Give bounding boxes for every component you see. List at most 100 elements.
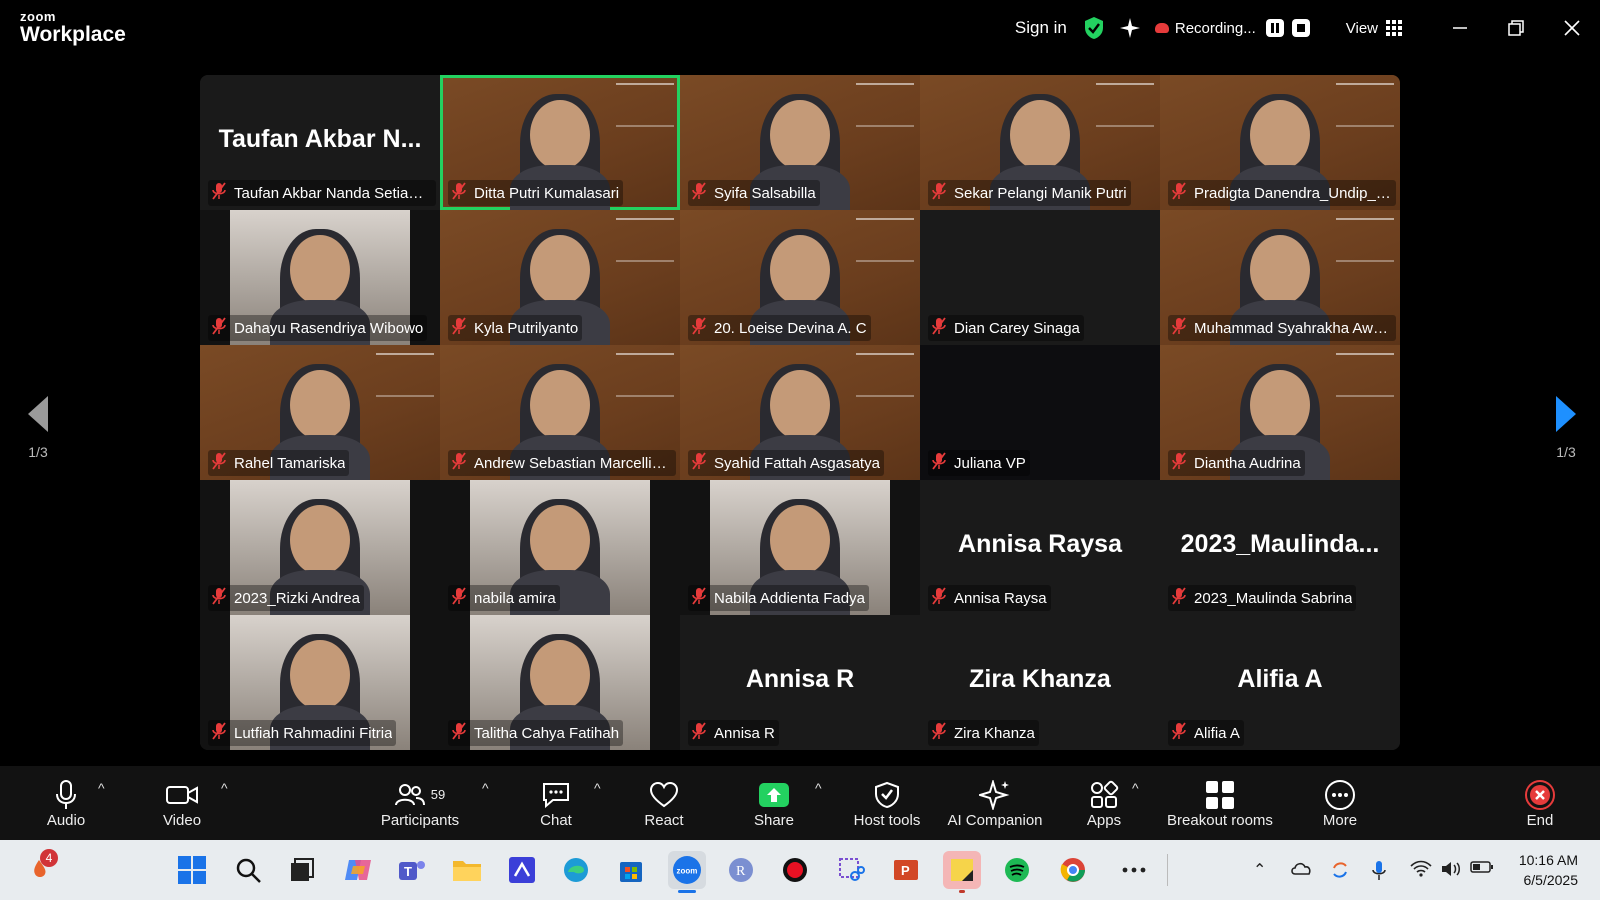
participant-tile[interactable]: Annisa Raysa Annisa Raysa	[920, 480, 1160, 615]
host-tools-label: Host tools	[853, 811, 921, 829]
search-icon[interactable]	[229, 851, 267, 889]
sync-icon[interactable]	[1330, 860, 1350, 885]
participant-tile[interactable]: 2023_Maulinda... 2023_Maulinda Sabrina	[1160, 480, 1400, 615]
file-explorer-icon[interactable]	[448, 851, 486, 889]
spotify-icon[interactable]	[998, 851, 1036, 889]
video-button[interactable]: Video	[154, 766, 210, 840]
powerpoint-icon[interactable]: P	[887, 851, 925, 889]
teams-icon[interactable]: T	[393, 851, 431, 889]
participant-tile[interactable]: Rahel Tamariska	[200, 345, 440, 480]
participant-tile[interactable]: Nabila Addienta Fadya	[680, 480, 920, 615]
participant-tile[interactable]: Syahid Fattah Asgasatya	[680, 345, 920, 480]
participant-name: 2023_Maulinda Sabrina	[1194, 589, 1353, 607]
participant-tile[interactable]: 2023_Rizki Andrea	[200, 480, 440, 615]
ai-companion-button[interactable]: AI Companion	[940, 766, 1050, 840]
participant-name-label: Juliana VP	[928, 450, 1030, 476]
battery-icon[interactable]	[1470, 860, 1494, 879]
view-button[interactable]: View	[1346, 20, 1402, 37]
participant-tile[interactable]: Dian Carey Sinaga	[920, 210, 1160, 345]
participant-display-name: Alifia A	[1237, 665, 1323, 693]
video-options-caret[interactable]: ^	[221, 780, 228, 796]
record-icon[interactable]	[776, 851, 814, 889]
participant-display-name: 2023_Maulinda...	[1180, 530, 1380, 558]
visual-studio-icon[interactable]	[503, 851, 541, 889]
wifi-icon[interactable]	[1410, 860, 1432, 883]
muted-mic-icon	[692, 587, 706, 609]
microsoft-store-icon[interactable]	[612, 851, 650, 889]
share-options-caret[interactable]: ^	[815, 780, 822, 796]
sticky-notes-icon[interactable]	[943, 851, 981, 893]
svg-text:R: R	[736, 864, 746, 879]
participant-tile[interactable]: Sekar Pelangi Manik Putri	[920, 75, 1160, 210]
sign-in-link[interactable]: Sign in	[1015, 18, 1067, 38]
heart-icon	[649, 778, 679, 812]
brand-big: Workplace	[20, 23, 126, 46]
zoom-icon[interactable]: zoom	[668, 851, 706, 893]
chat-options-caret[interactable]: ^	[594, 780, 601, 796]
next-page-button[interactable]: 1/3	[1546, 396, 1586, 460]
share-button[interactable]: Share	[746, 766, 802, 840]
participant-tile[interactable]: Annisa R Annisa R	[680, 615, 920, 750]
more-button[interactable]: More	[1312, 766, 1368, 840]
participant-tile[interactable]: Taufan Akbar N... Taufan Akbar Nanda Seti…	[200, 75, 440, 210]
participant-tile[interactable]: Ditta Putri Kumalasari	[440, 75, 680, 210]
participants-button[interactable]: 59 Participants	[374, 766, 466, 840]
minimize-icon[interactable]	[1432, 0, 1488, 56]
stop-recording-button[interactable]	[1291, 19, 1310, 37]
host-tools-button[interactable]: Host tools	[842, 766, 932, 840]
apps-options-caret[interactable]: ^	[1132, 780, 1139, 796]
task-view-icon[interactable]	[283, 851, 321, 889]
chevron-up-icon[interactable]: ⌃	[1253, 860, 1266, 880]
edge-icon[interactable]	[557, 851, 595, 889]
participant-tile[interactable]: Diantha Audrina	[1160, 345, 1400, 480]
r-icon[interactable]: R	[722, 851, 760, 889]
participant-name-label: 20. Loeise Devina A. C	[688, 315, 871, 341]
participant-tile[interactable]: Zira Khanza Zira Khanza	[920, 615, 1160, 750]
audio-button[interactable]: Audio	[38, 766, 94, 840]
apps-button[interactable]: Apps	[1075, 766, 1133, 840]
restore-icon[interactable]	[1488, 0, 1544, 56]
participant-tile[interactable]: Lutfiah Rahmadini Fitria	[200, 615, 440, 750]
participants-options-caret[interactable]: ^	[482, 780, 489, 796]
participant-tile[interactable]: Syifa Salsabilla	[680, 75, 920, 210]
ai-companion-label: AI Companion	[947, 811, 1043, 829]
more-apps-icon[interactable]	[1115, 851, 1153, 889]
svg-text:P: P	[901, 863, 910, 878]
shield-check-icon[interactable]	[1083, 16, 1105, 40]
participant-tile[interactable]: Juliana VP	[920, 345, 1160, 480]
close-icon[interactable]	[1544, 0, 1600, 56]
participant-tile[interactable]: Dahayu Rasendriya Wibowo	[200, 210, 440, 345]
snipping-tool-icon[interactable]	[832, 851, 870, 889]
participant-tile[interactable]: Talitha Cahya Fatihah	[440, 615, 680, 750]
volume-icon[interactable]	[1440, 860, 1462, 883]
chrome-icon[interactable]	[1054, 851, 1092, 889]
end-icon	[1524, 778, 1556, 812]
react-button[interactable]: React	[636, 766, 692, 840]
audio-options-caret[interactable]: ^	[98, 780, 105, 796]
breakout-rooms-button[interactable]: Breakout rooms	[1160, 766, 1280, 840]
weather-icon[interactable]: 4	[20, 849, 58, 889]
participant-name-label: Sekar Pelangi Manik Putri	[928, 180, 1131, 206]
chat-button[interactable]: Chat	[528, 766, 584, 840]
participant-tile[interactable]: Muhammad Syahrakha Awa...	[1160, 210, 1400, 345]
title-bar: zoom Workplace Sign in Recording... View	[0, 0, 1600, 56]
pause-recording-button[interactable]	[1265, 19, 1284, 37]
participant-tile[interactable]: Andrew Sebastian Marcellin...	[440, 345, 680, 480]
previous-page-button[interactable]: 1/3	[18, 396, 58, 460]
participant-tile[interactable]: nabila amira	[440, 480, 680, 615]
recording-indicator[interactable]: Recording...	[1154, 20, 1256, 37]
system-clock[interactable]: 10:16 AM 6/5/2025	[1519, 850, 1578, 890]
onedrive-icon[interactable]	[1290, 860, 1312, 881]
microphone-tray-icon[interactable]	[1372, 860, 1386, 887]
ai-sparkle-icon[interactable]	[1119, 17, 1141, 39]
windows-start-icon[interactable]	[173, 851, 211, 889]
participant-tile[interactable]: Alifia A Alifia A	[1160, 615, 1400, 750]
copilot-icon[interactable]	[339, 851, 377, 889]
grid-icon	[1386, 20, 1402, 36]
end-meeting-button[interactable]: End	[1512, 766, 1568, 840]
participant-tile[interactable]: 20. Loeise Devina A. C	[680, 210, 920, 345]
participant-name-label: Muhammad Syahrakha Awa...	[1168, 315, 1396, 341]
participant-tile[interactable]: Kyla Putrilyanto	[440, 210, 680, 345]
participant-tile[interactable]: Pradigta Danendra_Undip_B...	[1160, 75, 1400, 210]
participant-name: Ditta Putri Kumalasari	[474, 184, 620, 202]
